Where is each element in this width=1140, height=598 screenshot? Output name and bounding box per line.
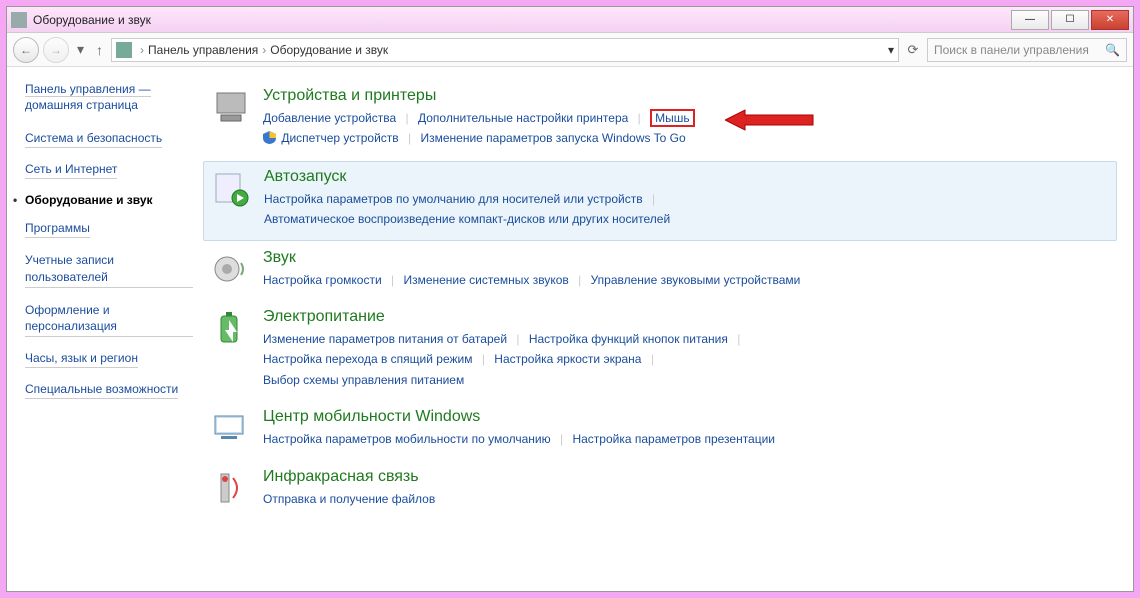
close-button[interactable]: ✕ [1091,10,1129,30]
category-infrared: Инфракрасная связь Отправка и получение … [203,462,1117,519]
control-panel-icon [116,42,132,58]
sidebar-home-link[interactable]: Панель управления — домашняя страница [25,81,193,113]
chevron-right-icon: › [140,43,144,57]
infrared-icon [211,468,251,508]
minimize-button[interactable]: — [1011,10,1049,30]
link-volume[interactable]: Настройка громкости [263,273,382,287]
link-device-manager[interactable]: Диспетчер устройств [281,131,398,145]
link-windows-togo[interactable]: Изменение параметров запуска Windows To … [420,131,685,145]
shield-icon [263,130,276,143]
address-bar: ← → ▾ ↑ › Панель управления › Оборудован… [7,33,1133,67]
maximize-button[interactable]: ☐ [1051,10,1089,30]
breadcrumb[interactable]: › Панель управления › Оборудование и зву… [111,38,899,62]
devices-printers-icon [211,87,251,127]
content-area: Устройства и принтеры Добавление устройс… [203,67,1133,591]
window-title: Оборудование и звук [33,13,1011,27]
control-panel-window: Оборудование и звук — ☐ ✕ ← → ▾ ↑ › Пане… [6,6,1134,592]
sidebar-item-system[interactable]: Система и безопасность [25,131,162,148]
sidebar-item-network[interactable]: Сеть и Интернет [25,162,117,179]
chevron-down-icon[interactable]: ▾ [888,43,894,57]
sidebar-item-hardware[interactable]: Оборудование и звук [25,193,193,207]
category-title[interactable]: Инфракрасная связь [263,468,1109,486]
arrow-annotation [725,108,815,138]
link-mouse[interactable]: Мышь [650,109,695,127]
category-autoplay: Автозапуск Настройка параметров по умолч… [203,161,1117,241]
link-mobility-defaults[interactable]: Настройка параметров мобильности по умол… [263,432,551,446]
link-sleep[interactable]: Настройка перехода в спящий режим [263,352,472,366]
titlebar: Оборудование и звук — ☐ ✕ [7,7,1133,33]
sound-icon [211,249,251,289]
category-sound: Звук Настройка громкости | Изменение сис… [203,243,1117,300]
link-add-device[interactable]: Добавление устройства [263,111,396,125]
power-icon [211,308,251,348]
sidebar-item-clock[interactable]: Часы, язык и регион [25,351,138,368]
category-title[interactable]: Устройства и принтеры [263,87,1109,105]
category-title[interactable]: Автозапуск [264,168,1108,186]
link-brightness[interactable]: Настройка яркости экрана [494,352,641,366]
link-battery[interactable]: Изменение параметров питания от батарей [263,332,507,346]
category-title[interactable]: Электропитание [263,308,1109,326]
back-button[interactable]: ← [13,37,39,63]
up-button[interactable]: ↑ [92,42,107,58]
refresh-button[interactable]: ⟳ [903,42,923,58]
history-dropdown[interactable]: ▾ [73,41,88,58]
sidebar-item-programs[interactable]: Программы [25,221,90,238]
link-autoplay-cd[interactable]: Автоматическое воспроизведение компакт-д… [264,212,670,226]
category-title[interactable]: Центр мобильности Windows [263,408,1109,426]
sidebar-item-appearance[interactable]: Оформление и персонализация [25,302,193,337]
chevron-right-icon: › [262,43,266,57]
sidebar-item-accessibility[interactable]: Специальные возможности [25,382,178,399]
autoplay-icon [212,168,252,208]
breadcrumb-segment[interactable]: Панель управления [148,43,258,57]
link-autoplay-defaults[interactable]: Настройка параметров по умолчанию для но… [264,192,643,206]
link-system-sounds[interactable]: Изменение системных звуков [403,273,568,287]
sidebar: Панель управления — домашняя страница Си… [7,67,203,591]
link-printer-settings[interactable]: Дополнительные настройки принтера [418,111,628,125]
mobility-center-icon [211,408,251,448]
window-icon [11,12,27,28]
category-mobility: Центр мобильности Windows Настройка пара… [203,402,1117,459]
search-input[interactable]: Поиск в панели управления 🔍 [927,38,1127,62]
category-power: Электропитание Изменение параметров пита… [203,302,1117,400]
link-power-buttons[interactable]: Настройка функций кнопок питания [529,332,728,346]
sidebar-item-users[interactable]: Учетные записи пользователей [25,252,193,287]
link-ir-sendrecv[interactable]: Отправка и получение файлов [263,492,435,506]
link-power-scheme[interactable]: Выбор схемы управления питанием [263,373,464,387]
category-title[interactable]: Звук [263,249,1109,267]
breadcrumb-segment[interactable]: Оборудование и звук [270,43,388,57]
link-audio-devices[interactable]: Управление звуковыми устройствами [591,273,801,287]
category-devices: Устройства и принтеры Добавление устройс… [203,81,1117,159]
link-presentation[interactable]: Настройка параметров презентации [572,432,775,446]
search-placeholder: Поиск в панели управления [934,43,1089,57]
search-icon: 🔍 [1105,43,1120,57]
forward-button[interactable]: → [43,37,69,63]
